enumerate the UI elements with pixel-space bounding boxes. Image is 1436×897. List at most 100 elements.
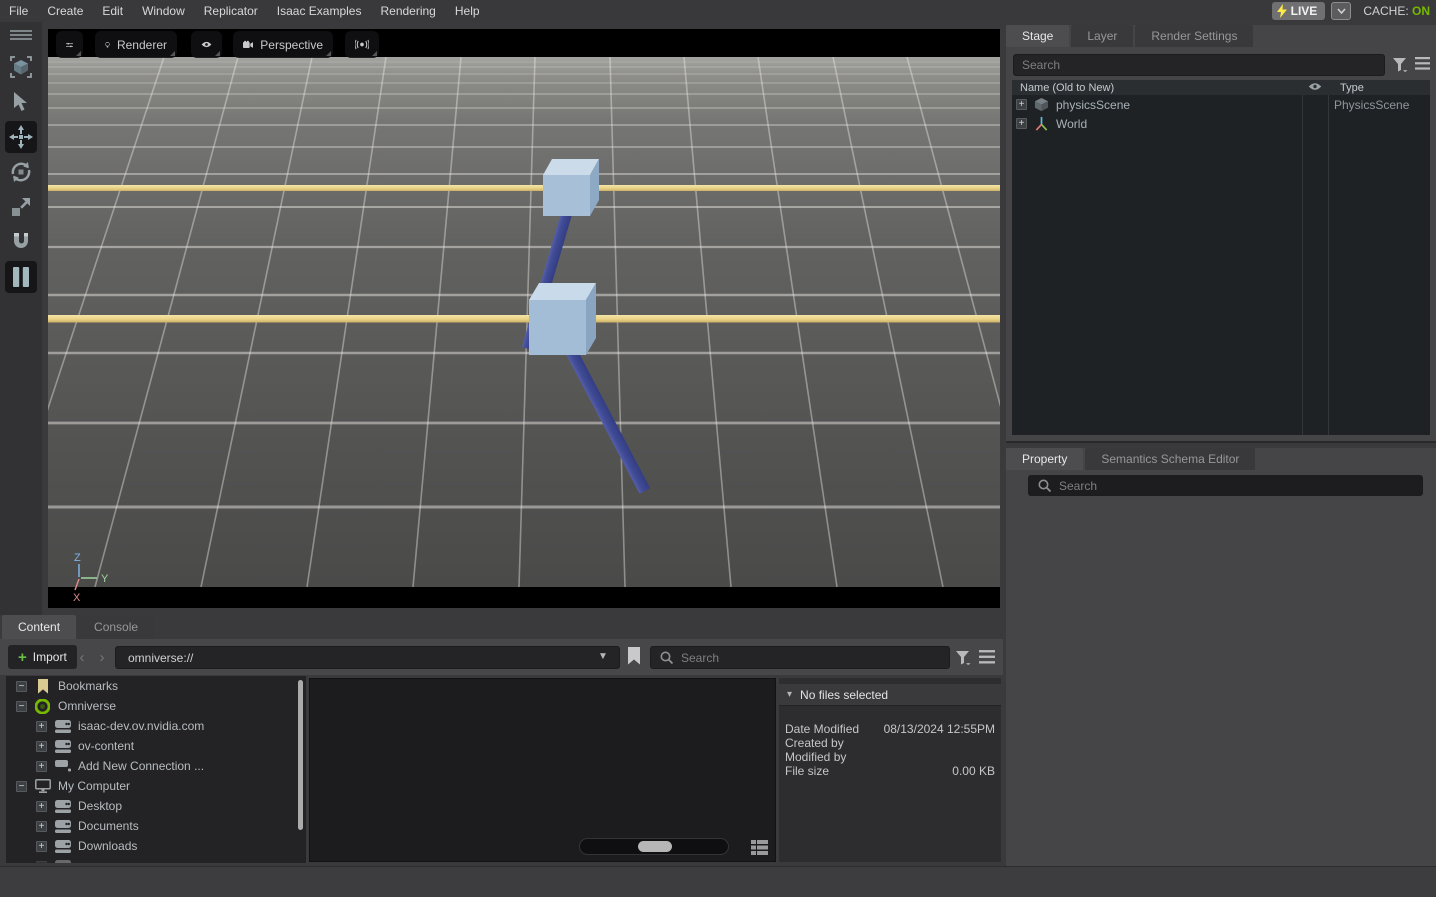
property-search-input[interactable] (1028, 475, 1423, 496)
tab-stage[interactable]: Stage (1006, 25, 1069, 47)
expander-icon[interactable]: − (16, 781, 27, 792)
content-filter-button[interactable] (956, 651, 971, 665)
menu-isaac-examples[interactable]: Isaac Examples (277, 4, 362, 18)
tree-item-omniverse[interactable]: − Omniverse (6, 696, 306, 716)
content-tabstrip: Content Console (0, 615, 1003, 639)
menu-file[interactable]: File (9, 4, 28, 18)
file-grid-area[interactable] (309, 678, 776, 862)
stage-tree-header: Name (Old to New) Type (1012, 80, 1430, 95)
thumbnail-size-slider[interactable] (579, 838, 729, 855)
detail-label: File size (785, 764, 829, 778)
grid-view-button[interactable] (749, 837, 769, 857)
type-column-header[interactable]: Type (1340, 82, 1364, 94)
select-tool-button[interactable] (5, 86, 37, 118)
stage-filter-button[interactable] (1393, 58, 1408, 72)
expander-icon[interactable]: + (36, 761, 47, 772)
tree-item-desktop[interactable]: + Desktop (6, 796, 306, 816)
tab-property[interactable]: Property (1006, 448, 1083, 470)
stage-search-input[interactable] (1013, 54, 1385, 76)
viewport-canvas[interactable]: Z Y X (48, 29, 1000, 608)
slider-handle[interactable] (638, 841, 672, 852)
viewport-settings-button[interactable] (56, 31, 83, 58)
tree-item-ov-content[interactable]: + ov-content (6, 736, 306, 756)
tree-item-partial[interactable] (6, 856, 306, 863)
tree-item-label: Desktop (78, 799, 122, 813)
waypoint-audio-button[interactable] (345, 31, 379, 58)
expander-icon[interactable]: + (36, 841, 47, 852)
expander-icon[interactable]: + (36, 821, 47, 832)
expand-plus-icon[interactable]: + (1016, 118, 1027, 129)
filter-funnel-icon (1393, 58, 1408, 72)
expander-icon[interactable]: + (36, 801, 47, 812)
name-column-header[interactable]: Name (Old to New) (1012, 82, 1114, 94)
server-icon (54, 840, 71, 853)
content-search-input[interactable] (650, 646, 950, 669)
tab-render-settings[interactable]: Render Settings (1135, 25, 1253, 47)
search-icon (660, 651, 673, 664)
content-options-button[interactable] (979, 650, 995, 664)
tree-item-downloads[interactable]: + Downloads (6, 836, 306, 856)
visibility-button[interactable] (191, 31, 222, 58)
stage-row-physicsscene[interactable]: + physicsScene PhysicsScene (1012, 95, 1430, 114)
menu-rendering[interactable]: Rendering (380, 4, 435, 18)
tab-layer[interactable]: Layer (1071, 25, 1133, 47)
expander-icon[interactable]: + (36, 721, 47, 732)
menu-window[interactable]: Window (142, 4, 185, 18)
expander-icon[interactable] (36, 861, 47, 864)
server-icon (54, 820, 71, 833)
tree-item-documents[interactable]: + Documents (6, 816, 306, 836)
tree-item-isaac-dev[interactable]: + isaac-dev.ov.nvidia.com (6, 716, 306, 736)
stage-tabstrip: Stage Layer Render Settings (1006, 25, 1436, 47)
bookmark-icon (34, 679, 51, 694)
pause-button[interactable] (5, 261, 37, 293)
back-button[interactable]: ‹ (74, 646, 90, 668)
live-button[interactable]: LIVE (1272, 2, 1326, 20)
scale-tool-button[interactable] (5, 191, 37, 223)
tree-item-my-computer[interactable]: − My Computer (6, 776, 306, 796)
import-button[interactable]: + Import (8, 645, 77, 669)
column-divider[interactable] (1302, 95, 1303, 435)
detail-row-date-modified: Date Modified 08/13/2024 12:55PM (785, 722, 995, 736)
menu-create[interactable]: Create (47, 4, 83, 18)
menu-replicator[interactable]: Replicator (204, 4, 258, 18)
cache-status: CACHE: ON (1363, 4, 1430, 18)
frame-selection-button[interactable] (5, 51, 37, 83)
menu-edit[interactable]: Edit (102, 4, 123, 18)
viewport[interactable]: Z Y X Renderer Perspective (48, 29, 1000, 608)
tab-content[interactable]: Content (2, 615, 76, 639)
ground-plane (48, 57, 1000, 587)
renderer-button[interactable]: Renderer (95, 31, 177, 58)
expander-icon[interactable]: + (36, 741, 47, 752)
omniverse-logo-icon (34, 699, 51, 714)
tab-semantics-schema-editor[interactable]: Semantics Schema Editor (1085, 448, 1255, 470)
live-dropdown-button[interactable] (1331, 2, 1351, 20)
live-label: LIVE (1291, 4, 1318, 18)
stage-row-world[interactable]: + World (1012, 114, 1430, 133)
rotate-tool-button[interactable] (5, 156, 37, 188)
bookmark-icon[interactable] (627, 647, 641, 665)
expand-plus-icon[interactable]: + (1016, 99, 1027, 110)
lightning-bolt-icon (1277, 4, 1287, 18)
tab-console[interactable]: Console (78, 615, 154, 639)
tree-item-add-new-connection[interactable]: + Add New Connection ... (6, 756, 306, 776)
tree-item-bookmarks[interactable]: − Bookmarks (6, 676, 306, 696)
snap-tool-button[interactable] (5, 226, 37, 258)
stage-row-label: physicsScene (1056, 98, 1130, 112)
details-header[interactable]: ▾ No files selected (779, 684, 1001, 706)
tree-scrollbar[interactable] (298, 680, 303, 830)
column-divider[interactable] (1328, 95, 1329, 435)
stage-options-button[interactable] (1415, 57, 1430, 70)
expander-icon[interactable]: − (16, 681, 27, 692)
expander-icon[interactable]: − (16, 701, 27, 712)
move-tool-button[interactable] (5, 121, 37, 153)
path-input[interactable] (115, 646, 620, 669)
forward-button[interactable]: › (94, 646, 110, 668)
menu-help[interactable]: Help (455, 4, 480, 18)
detail-label: Created by (785, 736, 844, 750)
toolbar-drag-handle-icon[interactable] (5, 25, 37, 45)
live-cluster: LIVE CACHE: ON (1272, 1, 1430, 21)
path-dropdown-icon[interactable]: ▼ (598, 651, 608, 662)
prim-cube-icon (1034, 97, 1049, 112)
xform-axis-icon (1034, 116, 1049, 131)
camera-button[interactable]: Perspective (233, 31, 333, 58)
